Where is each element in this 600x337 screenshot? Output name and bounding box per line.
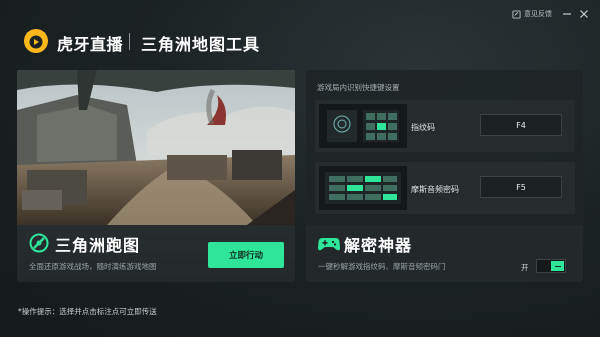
operation-hint: *操作提示：选择并点击标注点可立即传送	[18, 307, 157, 316]
minimize-button[interactable]	[560, 7, 574, 21]
hotkey-input-fingerprint[interactable]: F4	[480, 114, 562, 136]
title-bar: 虎牙直播 三角洲地图工具 意见反馈	[0, 0, 600, 70]
feedback-label: 意见反馈	[524, 10, 552, 18]
brand-name: 虎牙直播	[57, 35, 124, 54]
hotkey-label-fingerprint: 指纹码	[411, 123, 435, 132]
battlefield-scene-image	[17, 70, 295, 225]
close-icon	[580, 10, 588, 18]
decrypt-title: 解密神器	[344, 236, 413, 255]
morse-thumbnail	[319, 166, 407, 210]
feedback-button[interactable]: 意见反馈	[512, 9, 552, 19]
close-button[interactable]	[577, 7, 591, 21]
decrypt-toggle[interactable]	[536, 259, 566, 273]
map-run-info: 三角洲跑图 全面还原游戏战场，随时演练游戏地图 立即行动	[17, 225, 295, 282]
map-run-title: 三角洲跑图	[55, 236, 141, 255]
hotkey-row-morse: 摩斯音频密码 F5	[315, 162, 575, 214]
fingerprint-thumbnail	[319, 104, 407, 148]
act-now-button[interactable]: 立即行动	[208, 242, 284, 268]
crosshair-icon	[29, 233, 49, 253]
header-divider	[129, 33, 130, 50]
map-run-card[interactable]: 三角洲跑图 全面还原游戏战场，随时演练游戏地图 立即行动	[17, 70, 295, 282]
hotkey-label-morse: 摩斯音频密码	[411, 185, 459, 194]
app-title: 三角洲地图工具	[141, 35, 261, 54]
toggle-knob	[551, 261, 564, 271]
map-run-description: 全面还原游戏战场，随时演练游戏地图	[29, 262, 157, 271]
feedback-icon	[512, 9, 521, 19]
hotkey-input-morse[interactable]: F5	[480, 176, 562, 198]
decrypt-description: 一键秒解游戏指纹码、摩斯音频密码门	[318, 262, 446, 271]
decrypt-panel: 游戏局内识别快捷键设置 指纹码 F4 摩斯音频密码 F5 解密神器 一键秒解游戏…	[306, 70, 583, 282]
hotkey-section-title: 游戏局内识别快捷键设置	[317, 83, 400, 92]
huya-logo-icon	[24, 29, 48, 53]
hotkey-row-fingerprint: 指纹码 F4	[315, 100, 575, 152]
gamepad-icon	[318, 238, 340, 251]
minimize-icon	[563, 13, 571, 15]
decrypt-tool-section: 解密神器 一键秒解游戏指纹码、摩斯音频密码门 开	[306, 225, 583, 282]
toggle-label: 开	[521, 263, 529, 272]
